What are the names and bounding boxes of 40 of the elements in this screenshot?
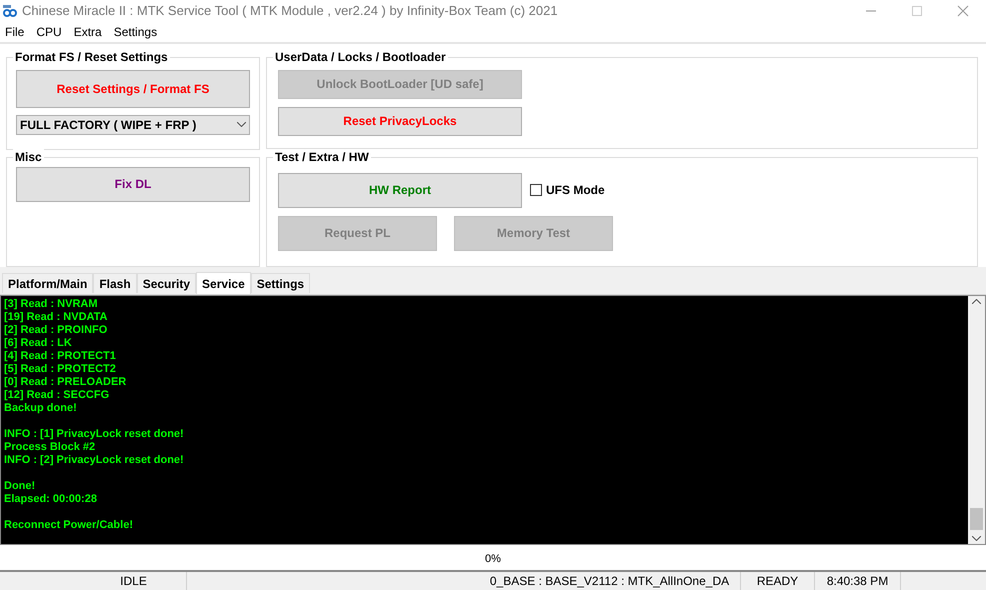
- log-line: [19] Read : NVDATA: [4, 311, 108, 324]
- status-section: 8:40:38 PM: [815, 572, 901, 590]
- status-section: IDLE: [81, 572, 187, 590]
- log-line: Backup done!: [4, 402, 78, 416]
- log-line: [3] Read : NVRAM: [4, 298, 99, 312]
- progress-label: 0%: [485, 552, 501, 567]
- log-line: Process Block #2: [4, 441, 96, 454]
- scroll-up-icon[interactable]: [972, 299, 981, 304]
- window-title: Chinese Miracle II : MTK Service Tool ( MTK Module , ver2.24 ) by Infinity-Box Team (c) 2021: [22, 2, 558, 20]
- log-line: Reconnect Power/Cable!: [4, 519, 134, 532]
- log-line: INFO : [2] PrivacyLock reset done!: [4, 454, 185, 468]
- scrollbar[interactable]: [968, 296, 985, 544]
- menu-item[interactable]: File: [5, 22, 24, 41]
- tab[interactable]: Flash: [93, 273, 137, 294]
- app-logo-icon: [2, 4, 18, 18]
- action-button[interactable]: Fix DL: [16, 166, 250, 202]
- log-line: [12] Read : SECCFG: [4, 389, 110, 402]
- tab[interactable]: Security: [136, 273, 196, 294]
- status-section: 0_BASE : BASE_V2112 : MTK_AllInOne_DA: [479, 572, 741, 590]
- menu-item[interactable]: Settings: [114, 22, 158, 41]
- scroll-thumb[interactable]: [970, 508, 983, 530]
- tab[interactable]: Platform/Main: [2, 273, 94, 294]
- tab[interactable]: Settings: [250, 273, 310, 294]
- log-line: [4] Read : PROTECT1: [4, 350, 117, 364]
- log-line: [5] Read : PROTECT2: [4, 363, 117, 376]
- log-line: Elapsed: 00:00:28: [4, 493, 98, 506]
- tab[interactable]: Service: [196, 272, 251, 294]
- log-line: Done!: [4, 480, 36, 494]
- menu-item[interactable]: Extra: [74, 22, 102, 41]
- log-line: [2] Read : PROINFO: [4, 324, 108, 338]
- mode-dropdown[interactable]: FULL FACTORY ( WIPE + FRP ): [16, 114, 250, 135]
- scroll-down-icon[interactable]: [972, 536, 981, 542]
- ufs-mode-checkbox[interactable]: UFS Mode: [530, 181, 605, 200]
- log-line: [0] Read : PRELOADER: [4, 376, 128, 390]
- log-line: INFO : [1] PrivacyLock reset done!: [4, 428, 185, 442]
- menu-item[interactable]: CPU: [36, 22, 62, 41]
- chevron-down-icon: [237, 122, 246, 128]
- status-section: READY: [741, 572, 815, 590]
- action-button[interactable]: HW Report: [278, 172, 522, 208]
- log-line: [6] Read : LK: [4, 337, 73, 350]
